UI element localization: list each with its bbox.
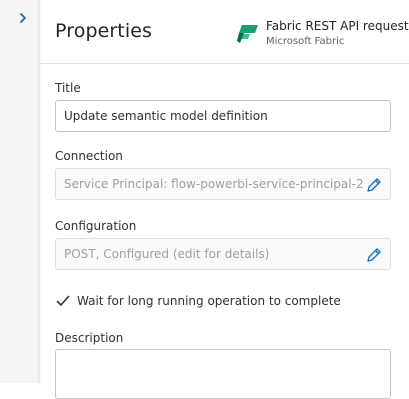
wait-checkbox[interactable] [55, 293, 71, 309]
description-input[interactable] [55, 349, 391, 399]
title-label: Title [55, 81, 81, 95]
configuration-value: POST, Configured (edit for details) [64, 247, 270, 261]
connection-field: Service Principal: flow-powerbi-service-… [55, 168, 391, 200]
configuration-field: POST, Configured (edit for details) [55, 238, 391, 270]
title-input[interactable]: Update semantic model definition [55, 100, 391, 132]
configuration-label: Configuration [55, 219, 137, 233]
wait-checkbox-label: Wait for long running operation to compl… [77, 294, 341, 308]
edit-configuration-pencil-icon[interactable] [364, 245, 384, 265]
edit-connection-pencil-icon[interactable] [364, 175, 384, 195]
connector-info: Fabric REST API request Microsoft Fabric [236, 18, 409, 52]
connection-value: Service Principal: flow-powerbi-service-… [64, 177, 364, 191]
expand-chevron-icon[interactable] [17, 11, 29, 25]
connector-name: Fabric REST API request [266, 19, 409, 33]
title-value: Update semantic model definition [64, 109, 268, 123]
properties-header: Properties Fabric REST API request Micro… [40, 0, 409, 64]
page-title: Properties [55, 20, 153, 42]
connector-provider: Microsoft Fabric [266, 36, 345, 47]
fabric-icon [236, 24, 260, 44]
checkmark-icon [56, 295, 70, 306]
description-label: Description [55, 331, 124, 345]
connection-label: Connection [55, 149, 123, 163]
left-rail [0, 0, 39, 383]
